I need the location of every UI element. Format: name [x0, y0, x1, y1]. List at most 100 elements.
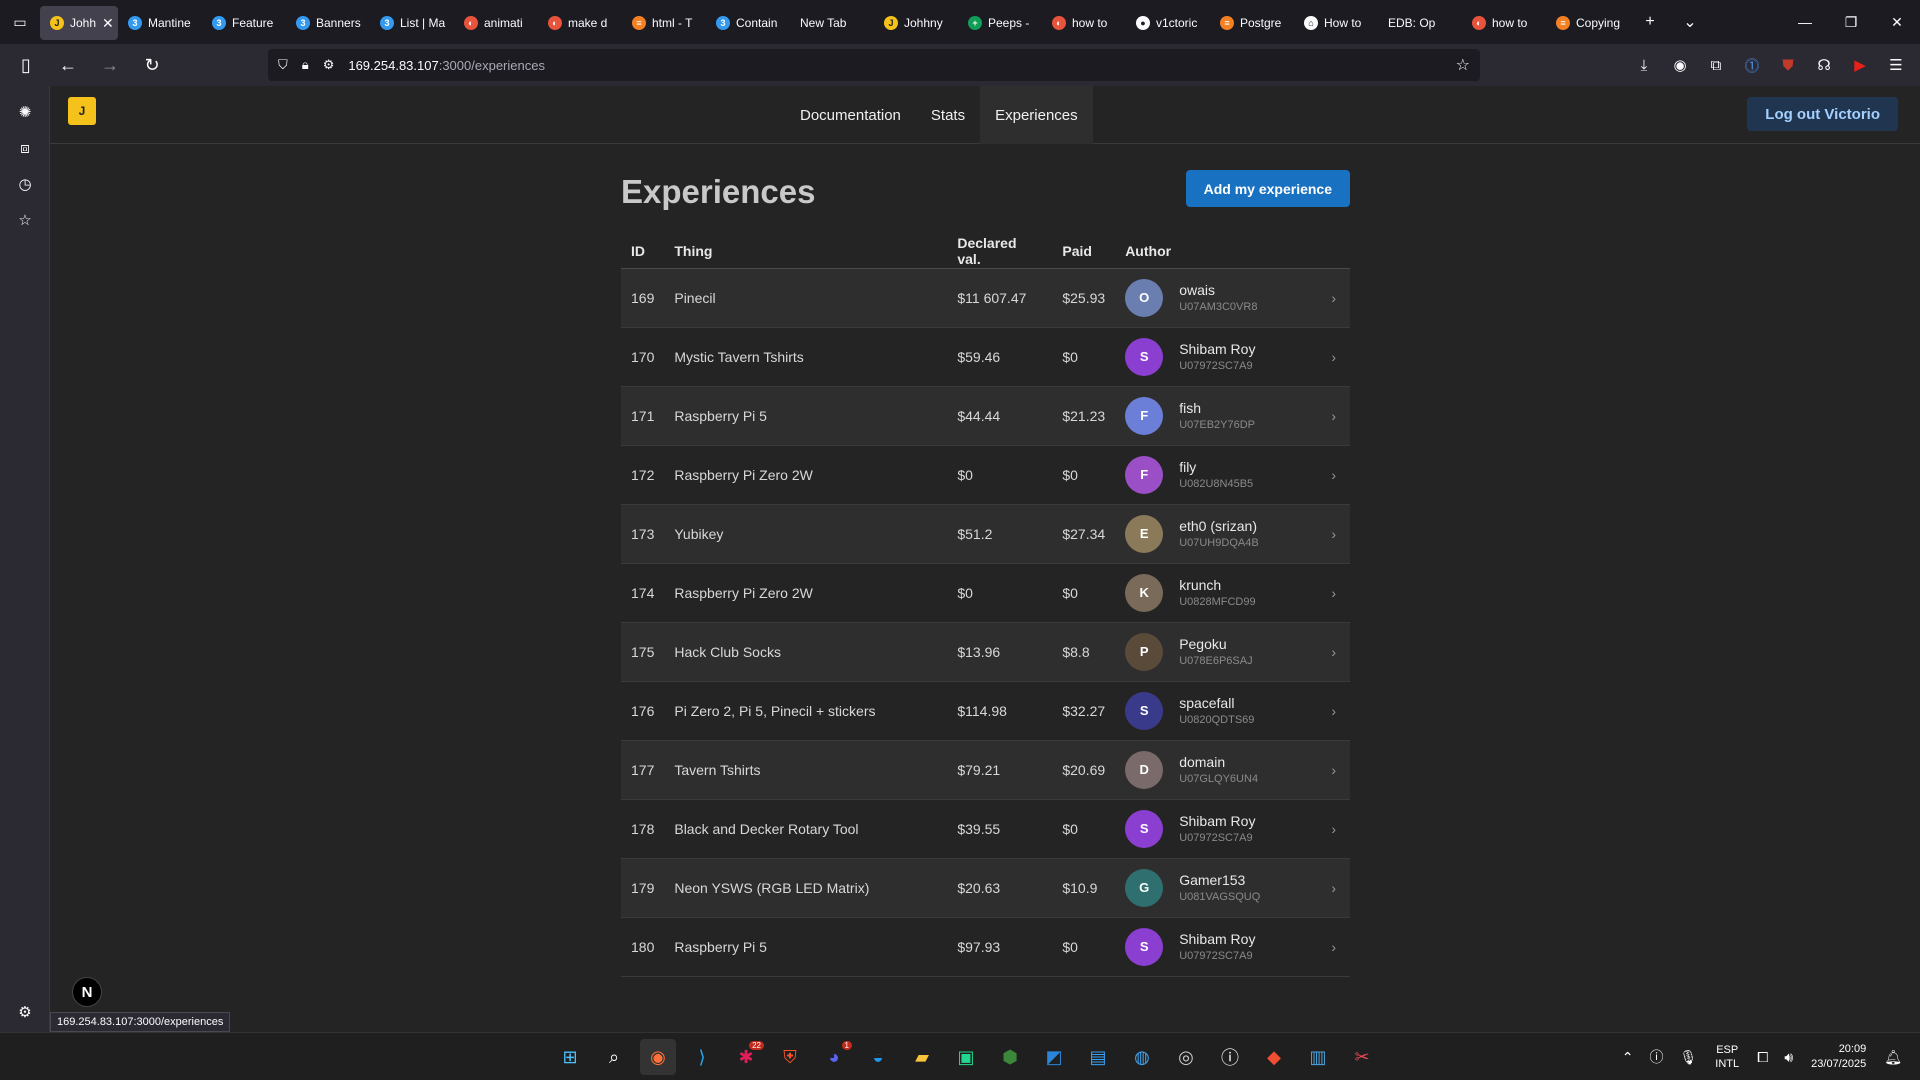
tray-password-icon[interactable]: ⓘ [1650, 1047, 1664, 1067]
table-row[interactable]: 174 Raspberry Pi Zero 2W $0 $0 Kkrunch U0828M… [621, 563, 1350, 622]
start-icon[interactable]: ⊞ [552, 1039, 588, 1075]
nextjs-dev-indicator[interactable]: N [72, 977, 102, 1007]
table-row[interactable]: 171 Raspberry Pi 5 $44.44 $21.23 Ffish U07EB2… [621, 386, 1350, 445]
browser-tab[interactable]: 3 List | Ma [370, 6, 454, 40]
browser-tab[interactable]: ⌂ How to [1294, 6, 1378, 40]
synced-tabs-icon[interactable]: ⧈ [0, 130, 50, 166]
forward-icon[interactable]: → [92, 49, 128, 81]
language-indicator[interactable]: ESP INTL [1715, 1043, 1739, 1071]
browser-tab[interactable]: ◐ how to [1042, 6, 1126, 40]
bookmarks-icon[interactable]: ☆ [0, 202, 50, 238]
chevron-right-icon[interactable]: › [1321, 268, 1350, 327]
browser-tab[interactable]: ◐ animati [454, 6, 538, 40]
paint-icon[interactable]: ◩ [1036, 1039, 1072, 1075]
logout-button[interactable]: Log out Victorio [1747, 97, 1898, 131]
search-icon[interactable]: ⌕ [596, 1039, 632, 1075]
extensions-icon[interactable]: ⧉ [1698, 49, 1734, 81]
chevron-right-icon[interactable]: › [1321, 858, 1350, 917]
browser-tab[interactable]: ≡ Copying [1546, 6, 1630, 40]
table-row[interactable]: 178 Black and Decker Rotary Tool $39.55 $0 S… [621, 799, 1350, 858]
lock-icon[interactable]: 🔒︎ [302, 57, 309, 73]
chevron-right-icon[interactable]: › [1321, 681, 1350, 740]
network-icon[interactable]: ⧠ [1757, 1049, 1768, 1066]
browser-tab[interactable]: + Peeps - [958, 6, 1042, 40]
table-row[interactable]: 173 Yubikey $51.2 $27.34 Eeth0 (srizan) U07UH… [621, 504, 1350, 563]
table-row[interactable]: 176 Pi Zero 2, Pi 5, Pinecil + stickers $1… [621, 681, 1350, 740]
shield-icon[interactable]: ⛉ [278, 57, 288, 73]
node-icon[interactable]: ⬢ [992, 1039, 1028, 1075]
tab-close-icon[interactable]: ✕ [102, 15, 114, 32]
slack-icon[interactable]: ✱ 22 [728, 1039, 764, 1075]
browser-tab[interactable]: ◐ make d [538, 6, 622, 40]
chevron-right-icon[interactable]: › [1321, 327, 1350, 386]
notepad-icon[interactable]: ▥ [1300, 1039, 1336, 1075]
brave-icon[interactable]: ⛨ [772, 1039, 808, 1075]
browser-tab[interactable]: 3 Mantine [118, 6, 202, 40]
vscode-icon[interactable]: ⟩ [684, 1039, 720, 1075]
browser-tab[interactable]: J Johh ✕ [40, 6, 118, 40]
table-row[interactable]: 170 Mystic Tavern Tshirts $59.46 $0 S Shibam … [621, 327, 1350, 386]
table-row[interactable]: 180 Raspberry Pi 5 $97.93 $0 S Shibam Roy U079… [621, 917, 1350, 976]
sidebar-toggle-icon[interactable]: ▯ [8, 49, 44, 81]
browser-tab[interactable]: 3 Banners [286, 6, 370, 40]
store-icon[interactable]: ▤ [1080, 1039, 1116, 1075]
chevron-right-icon[interactable]: › [1321, 740, 1350, 799]
chevron-right-icon[interactable]: › [1321, 445, 1350, 504]
table-row[interactable]: 172 Raspberry Pi Zero 2W $0 $0 Ffily U082U8N4… [621, 445, 1350, 504]
headphones-icon[interactable]: ☊ [1806, 49, 1842, 81]
browser-tab[interactable]: EDB: Op [1378, 6, 1462, 40]
chevron-right-icon[interactable]: › [1321, 622, 1350, 681]
table-row[interactable]: 175 Hack Club Socks $13.96 $8.8 P Pegoku U078E… [621, 622, 1350, 681]
account-icon[interactable]: ◉ [1662, 49, 1698, 81]
table-row[interactable]: 179 Neon YSWS (RGB LED Matrix) $20.63 $10.9… [621, 858, 1350, 917]
browser-tab[interactable]: ◐ how to [1462, 6, 1546, 40]
browser-tab[interactable]: ≡ html - T [622, 6, 706, 40]
menu-icon[interactable]: ☰ [1878, 49, 1914, 81]
ublock-icon[interactable]: ⛊ [1770, 49, 1806, 81]
tray-overflow-icon[interactable]: ⌃ [1622, 1049, 1634, 1066]
chevron-right-icon[interactable]: › [1321, 386, 1350, 445]
browser-tab[interactable]: J Johhny [874, 6, 958, 40]
chevron-right-icon[interactable]: › [1321, 504, 1350, 563]
microphone-icon[interactable]: 🎙︎ [1680, 1049, 1698, 1066]
site-logo[interactable]: J [68, 97, 96, 125]
youtube-icon[interactable]: ▶ [1842, 49, 1878, 81]
close-window-icon[interactable]: ✕ [1874, 0, 1920, 44]
ai-chat-icon[interactable]: ✺ [0, 94, 50, 130]
tab-list-icon[interactable]: ▭ [0, 0, 40, 44]
file-explorer-icon[interactable]: ▰ [904, 1039, 940, 1075]
browser-tab[interactable]: 3 Feature [202, 6, 286, 40]
bitwarden-icon[interactable]: ⓘ [1212, 1039, 1248, 1075]
notification-bell-icon[interactable]: 🔔︎ [1884, 1049, 1902, 1066]
git-icon[interactable]: ◆ [1256, 1039, 1292, 1075]
sidebar-settings-icon[interactable]: ⚙ [0, 1000, 50, 1024]
browser-tab[interactable]: New Tab [790, 6, 874, 40]
table-row[interactable]: 169 Pinecil $11 607.47 $25.93 Oowais U07AM3C0… [621, 268, 1350, 327]
table-row[interactable]: 177 Tavern Tshirts $79.21 $20.69 Ddomain U07G… [621, 740, 1350, 799]
add-experience-button[interactable]: Add my experience [1185, 170, 1350, 207]
nav-documentation[interactable]: Documentation [785, 86, 916, 144]
permissions-icon[interactable]: ⚙ [323, 57, 335, 73]
password-manager-icon[interactable]: ⓵ [1734, 49, 1770, 81]
volume-icon[interactable]: 🔊︎ [1784, 1049, 1793, 1066]
downloads-icon[interactable]: ⤓ [1626, 49, 1662, 81]
chevron-down-icon[interactable]: ⌄ [1670, 0, 1710, 44]
docker-icon[interactable]: ◒ [860, 1039, 896, 1075]
globe-icon[interactable]: ◍ [1124, 1039, 1160, 1075]
chevron-right-icon[interactable]: › [1321, 917, 1350, 976]
snipping-icon[interactable]: ✂ [1344, 1039, 1380, 1075]
browser-tab[interactable]: 3 Contain [706, 6, 790, 40]
history-icon[interactable]: ◷ [0, 166, 50, 202]
browser-tab[interactable]: ≡ Postgre [1210, 6, 1294, 40]
obs-icon[interactable]: ◎ [1168, 1039, 1204, 1075]
new-tab-icon[interactable]: + [1630, 0, 1670, 44]
chevron-right-icon[interactable]: › [1321, 799, 1350, 858]
restore-icon[interactable]: ❐ [1828, 0, 1874, 44]
discord-icon[interactable]: ◕ 1 [816, 1039, 852, 1075]
reload-icon[interactable]: ↻ [134, 49, 170, 81]
browser-tab[interactable]: ● v1ctoric [1126, 6, 1210, 40]
nav-experiences[interactable]: Experiences [980, 86, 1093, 144]
bookmark-star-icon[interactable]: ☆ [1456, 55, 1470, 75]
firefox-icon[interactable]: ◉ [640, 1039, 676, 1075]
back-icon[interactable]: ← [50, 49, 86, 81]
